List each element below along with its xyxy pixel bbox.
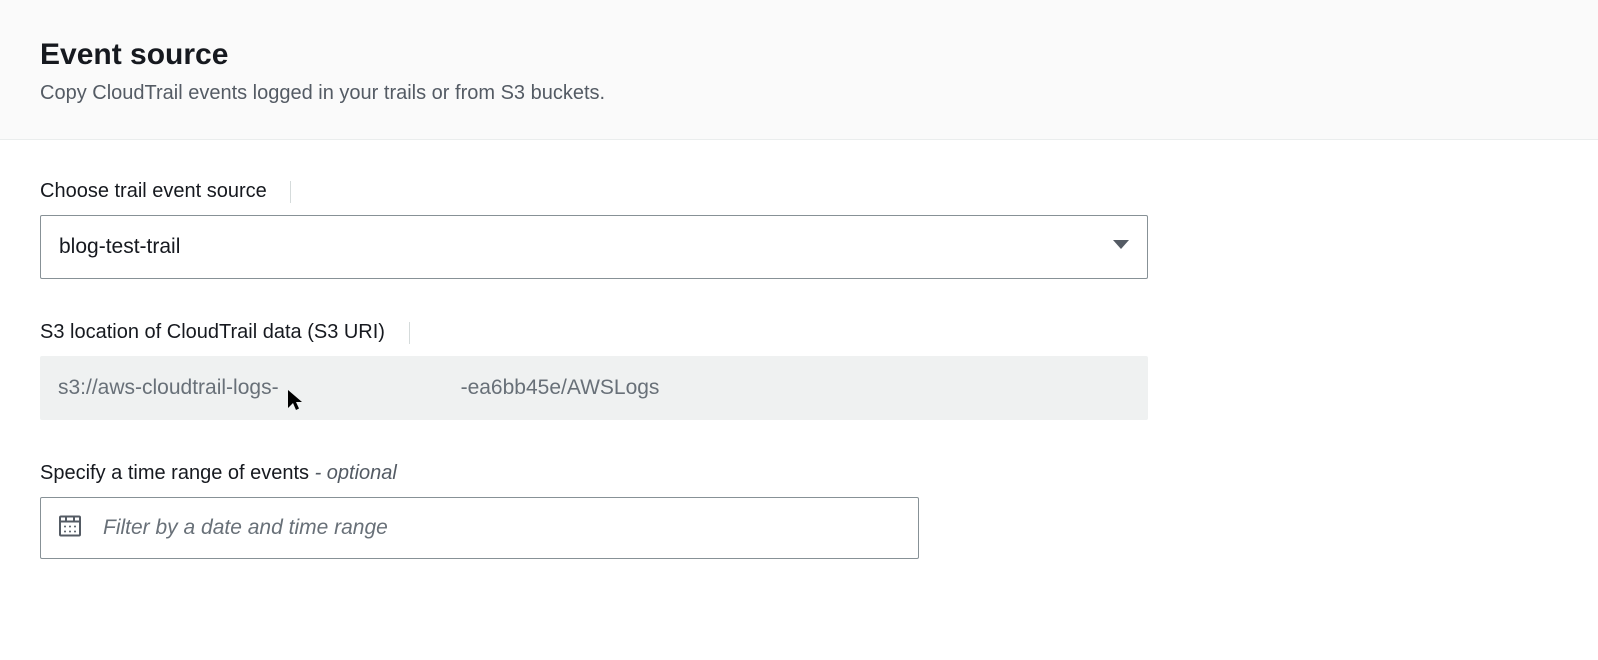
s3-uri-prefix: s3://aws-cloudtrail-logs- — [58, 376, 279, 400]
time-range-label-optional: - optional — [315, 462, 397, 484]
time-range-input[interactable] — [40, 497, 919, 559]
page-title: Event source — [40, 38, 1558, 72]
time-range-input-wrapper — [40, 497, 919, 559]
trail-source-label: Choose trail event source — [40, 180, 1558, 203]
field-s3-location: S3 location of CloudTrail data (S3 URI) … — [40, 321, 1558, 420]
label-divider — [409, 322, 410, 344]
s3-uri-suffix: -ea6bb45e/AWSLogs — [461, 376, 660, 400]
trail-source-select-value: blog-test-trail — [40, 215, 1148, 279]
field-trail-source: Choose trail event source blog-test-trai… — [40, 180, 1558, 279]
trail-source-selected-text: blog-test-trail — [59, 235, 180, 259]
s3-location-label: S3 location of CloudTrail data (S3 URI) — [40, 321, 1558, 344]
s3-location-value: s3://aws-cloudtrail-logs- -ea6bb45e/AWSL… — [40, 356, 1148, 420]
s3-location-label-text: S3 location of CloudTrail data (S3 URI) — [40, 321, 385, 343]
label-divider — [290, 181, 291, 203]
time-range-label: Specify a time range of events - optiona… — [40, 462, 1558, 485]
page-description: Copy CloudTrail events logged in your tr… — [40, 82, 1558, 105]
field-time-range: Specify a time range of events - optiona… — [40, 462, 1558, 559]
s3-uri-redacted — [279, 374, 461, 402]
time-range-label-main: Specify a time range of events — [40, 462, 315, 484]
trail-source-select[interactable]: blog-test-trail — [40, 215, 1148, 279]
content-section: Choose trail event source blog-test-trai… — [0, 140, 1598, 641]
header-section: Event source Copy CloudTrail events logg… — [0, 0, 1598, 140]
trail-source-label-text: Choose trail event source — [40, 180, 267, 202]
